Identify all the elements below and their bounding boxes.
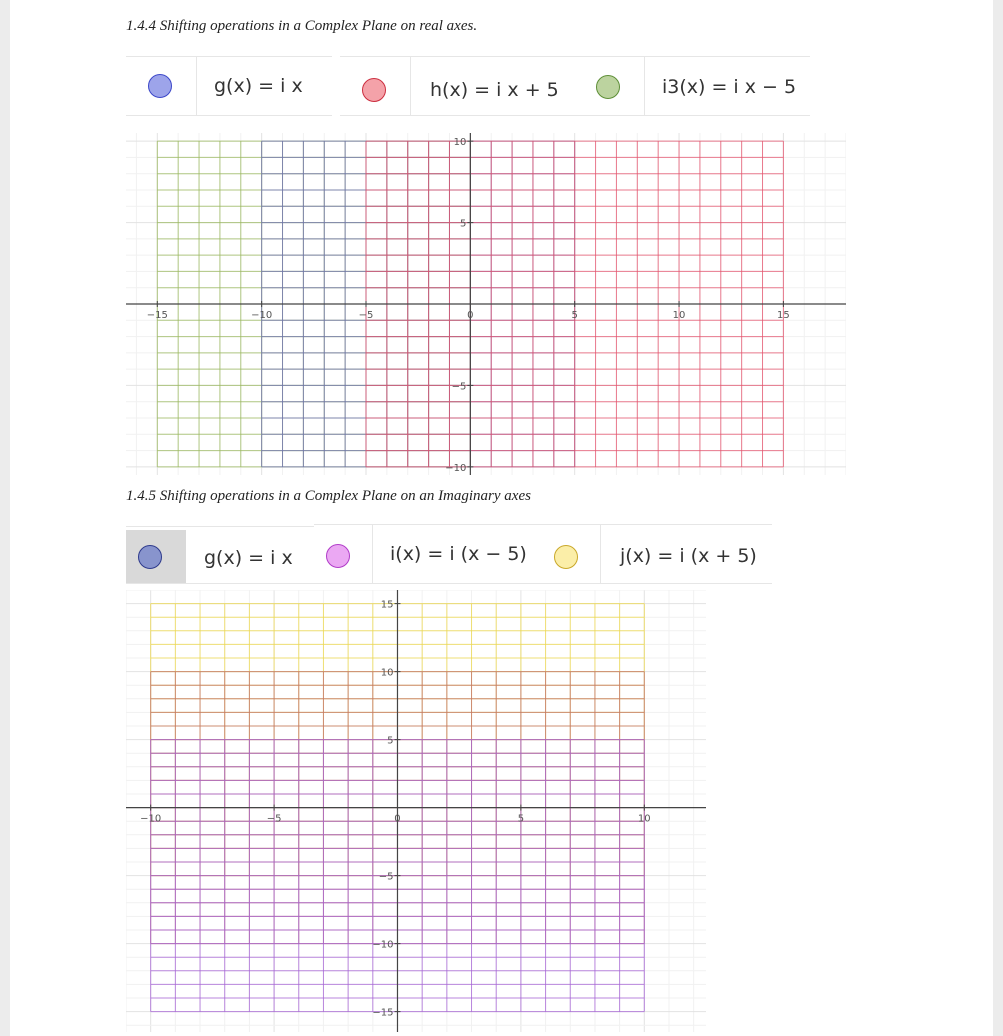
y-tick-label: 10 <box>381 668 394 679</box>
function-label[interactable]: g(x) = i x <box>204 547 293 569</box>
x-tick-label: −15 <box>147 310 168 321</box>
x-tick-label: 0 <box>394 814 400 825</box>
y-tick-label: 5 <box>460 219 466 230</box>
y-tick-label: −15 <box>372 1008 393 1019</box>
function-label[interactable]: j(x) = i (x + 5) <box>620 545 757 567</box>
function-label[interactable]: g(x) = i x <box>214 75 303 97</box>
section-heading-imaginary-axes: 1.4.5 Shifting operations in a Complex P… <box>126 488 531 504</box>
x-tick-label: 10 <box>673 310 686 321</box>
function-label[interactable]: h(x) = i x + 5 <box>430 79 559 101</box>
visibility-toggle-icon[interactable] <box>596 75 620 99</box>
complex-plane-chart-1[interactable]: −15 −10 −5 0 5 10 15 10 5 −5 −10 <box>126 133 846 475</box>
y-tick-label: 5 <box>387 736 393 747</box>
x-tick-label: 0 <box>467 310 473 321</box>
y-tick-label: 15 <box>381 600 394 611</box>
function-item-i3[interactable]: i3(x) = i x − 5 <box>578 56 810 116</box>
complex-plane-chart-2[interactable]: −10 −5 0 5 10 15 10 5 −5 −10 −15 <box>126 590 706 1032</box>
x-tick-label: −10 <box>251 310 272 321</box>
y-tick-label: −10 <box>445 463 466 474</box>
visibility-toggle-icon[interactable] <box>138 545 162 569</box>
y-tick-label: 10 <box>454 137 467 148</box>
function-item-j[interactable]: j(x) = i (x + 5) <box>540 524 772 584</box>
visibility-toggle-icon[interactable] <box>362 78 386 102</box>
y-tick-label: −5 <box>379 872 394 883</box>
function-label[interactable]: i3(x) = i x − 5 <box>662 76 796 98</box>
x-tick-label: 10 <box>638 814 651 825</box>
function-item-g[interactable]: g(x) = i x <box>126 56 332 116</box>
y-tick-label: −10 <box>372 940 393 951</box>
visibility-toggle-icon[interactable] <box>554 545 578 569</box>
document-page: 1.4.4 Shifting operations in a Complex P… <box>10 0 993 1036</box>
section-heading-real-axes: 1.4.4 Shifting operations in a Complex P… <box>126 18 478 34</box>
x-tick-label: −5 <box>267 814 282 825</box>
x-tick-label: −10 <box>140 814 161 825</box>
function-item-h[interactable]: h(x) = i x + 5 <box>340 56 578 116</box>
visibility-toggle-icon[interactable] <box>148 74 172 98</box>
x-tick-label: −5 <box>359 310 374 321</box>
x-tick-label: 5 <box>518 814 524 825</box>
function-item-g[interactable]: g(x) = i x <box>126 526 324 584</box>
function-label[interactable]: i(x) = i (x − 5) <box>390 543 527 565</box>
function-item-i[interactable]: i(x) = i (x − 5) <box>314 524 546 584</box>
x-tick-label: 5 <box>572 310 578 321</box>
visibility-toggle-icon[interactable] <box>326 544 350 568</box>
background-grid <box>126 590 706 1032</box>
x-tick-label: 15 <box>777 310 790 321</box>
y-tick-label: −5 <box>452 381 467 392</box>
